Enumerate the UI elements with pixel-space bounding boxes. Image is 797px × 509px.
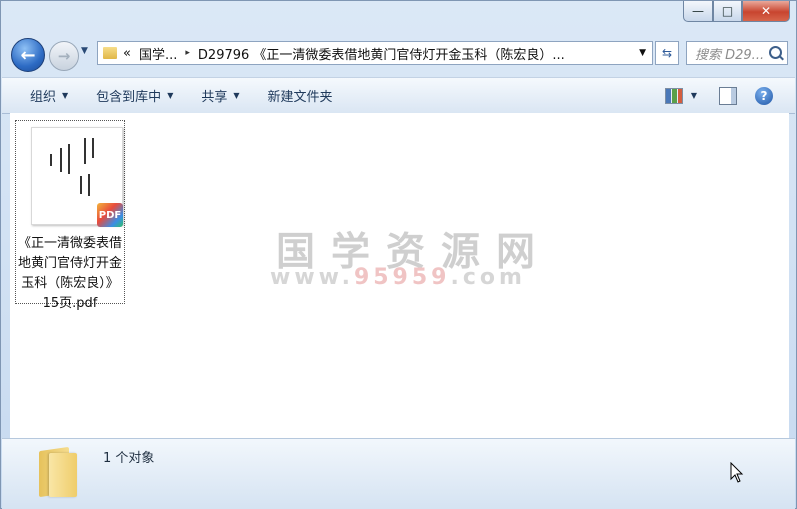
- file-name[interactable]: 《正一清微委表借地黄门官侍灯开金玉科（陈宏良）》15页.pdf: [18, 234, 122, 314]
- watermark-url-prefix: www.: [270, 265, 354, 290]
- share-label: 共享: [201, 90, 228, 105]
- navigation-bar: ← → ▼ « 国学... ▸ D29796 《正一清微委表借地黄门官侍灯开金玉…: [1, 35, 797, 73]
- help-icon[interactable]: ?: [755, 86, 773, 105]
- organize-label: 组织: [30, 90, 57, 105]
- breadcrumb-separator-icon[interactable]: ▸: [185, 48, 190, 58]
- maximize-button[interactable]: □: [713, 1, 742, 22]
- view-dropdown-icon[interactable]: ▼: [691, 91, 697, 100]
- include-library-label: 包含到库中: [96, 90, 162, 105]
- recent-pages-dropdown[interactable]: ▼: [81, 46, 88, 56]
- include-in-library-button[interactable]: 包含到库中 ▼: [96, 86, 173, 105]
- close-button[interactable]: ✕: [742, 1, 790, 22]
- dropdown-arrow-icon: ▼: [62, 91, 69, 100]
- address-dropdown-icon[interactable]: ▼: [639, 48, 646, 58]
- watermark-url-suffix: .com: [450, 265, 526, 290]
- change-view-icon[interactable]: [664, 87, 683, 104]
- search-icon[interactable]: [769, 46, 782, 59]
- forward-button[interactable]: →: [49, 41, 79, 71]
- new-folder-button[interactable]: 新建文件夹: [268, 86, 333, 105]
- item-count: 1 个对象: [103, 451, 155, 466]
- search-placeholder: 搜索 D29...: [695, 47, 765, 63]
- new-folder-label: 新建文件夹: [267, 90, 333, 105]
- address-overflow-chevron[interactable]: «: [123, 46, 131, 61]
- folder-icon: [103, 47, 117, 59]
- explorer-window: — □ ✕ ← → ▼ « 国学... ▸ D29796 《正一清微委表借地黄门…: [0, 0, 797, 509]
- organize-menu-button[interactable]: 组织 ▼: [30, 86, 68, 105]
- folder-icon: [35, 445, 81, 498]
- watermark-url-number: 95959: [353, 265, 451, 290]
- breadcrumb-segment-root[interactable]: 国学...: [139, 44, 177, 63]
- back-button[interactable]: ←: [11, 38, 45, 72]
- share-button[interactable]: 共享 ▼: [201, 86, 239, 105]
- watermark-url: www.95959.com: [270, 265, 526, 290]
- mouse-cursor-icon: [730, 462, 744, 483]
- pdf-icon: PDF: [97, 203, 123, 227]
- file-item[interactable]: PDF 《正一清微委表借地黄门官侍灯开金玉科（陈宏良）》15页.pdf: [15, 120, 125, 311]
- back-arrow-icon: ←: [20, 44, 36, 66]
- forward-arrow-icon: →: [57, 47, 71, 65]
- window-controls: — □ ✕: [683, 1, 790, 22]
- command-bar: 组织 ▼ 包含到库中 ▼ 共享 ▼ 新建文件夹 ▼ ?: [2, 77, 795, 114]
- command-bar-right: ▼ ?: [664, 78, 795, 113]
- address-bar[interactable]: « 国学... ▸ D29796 《正一清微委表借地黄门官侍灯开金玉科（陈宏良）…: [97, 41, 653, 65]
- search-input[interactable]: 搜索 D29...: [686, 41, 788, 65]
- dropdown-arrow-icon: ▼: [233, 91, 240, 100]
- preview-pane-icon[interactable]: [719, 86, 737, 105]
- file-list-view[interactable]: PDF 《正一清微委表借地黄门官侍灯开金玉科（陈宏良）》15页.pdf 国学资源…: [10, 113, 789, 438]
- dropdown-arrow-icon: ▼: [167, 91, 174, 100]
- details-pane: 1 个对象: [2, 438, 795, 509]
- breadcrumb-segment-current[interactable]: D29796 《正一清微委表借地黄门官侍灯开金玉科（陈宏良）...: [198, 44, 565, 63]
- refresh-button[interactable]: ⇆: [655, 41, 679, 65]
- refresh-icon: ⇆: [661, 46, 673, 60]
- minimize-button[interactable]: —: [683, 1, 713, 22]
